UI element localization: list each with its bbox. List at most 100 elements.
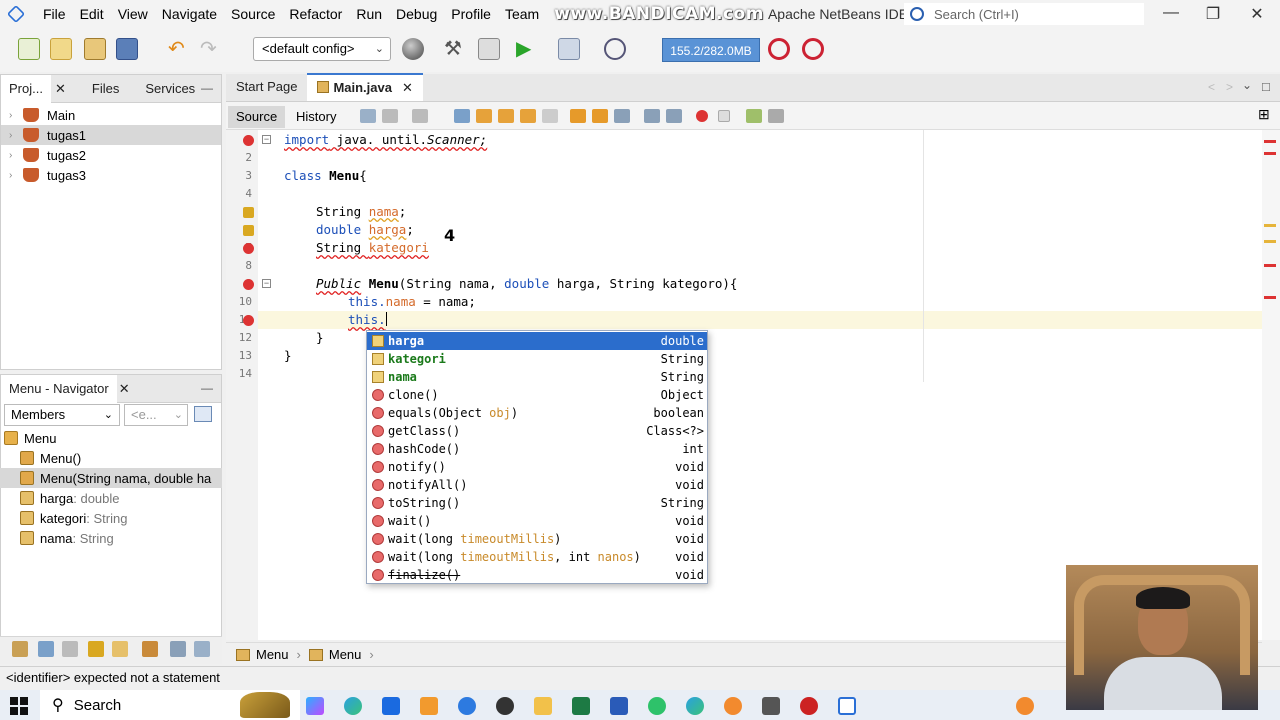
stop-macro-icon[interactable]	[718, 110, 730, 122]
menu-debug[interactable]: Debug	[389, 0, 444, 28]
edge-icon[interactable]	[686, 697, 704, 715]
members-filter-select[interactable]: Members ⌄	[4, 404, 120, 426]
redo-icon[interactable]: ↷	[200, 38, 222, 60]
word-icon[interactable]	[610, 697, 628, 715]
edge-icon[interactable]	[344, 697, 362, 715]
next-bookmark-icon[interactable]	[592, 109, 608, 123]
menu-team[interactable]: Team	[498, 0, 546, 28]
error-stripe[interactable]	[1262, 130, 1280, 640]
find-next-icon[interactable]	[498, 109, 514, 123]
last-edit-icon[interactable]	[360, 109, 376, 123]
firefox-icon[interactable]	[724, 697, 742, 715]
search-input[interactable]: Search (Ctrl+I)	[904, 3, 1144, 25]
excel-icon[interactable]	[572, 697, 590, 715]
project-item[interactable]: › tugas3	[1, 165, 221, 185]
fold-icon[interactable]: −	[262, 279, 271, 288]
minimize-panel-icon[interactable]: —	[201, 381, 213, 395]
filter-members-icon[interactable]	[112, 641, 128, 657]
completion-item[interactable]: notifyAll() void	[367, 476, 707, 494]
undo-icon[interactable]: ↶	[168, 38, 190, 60]
error-stripe-mark[interactable]	[1264, 264, 1276, 267]
filter-nonpublic-icon[interactable]	[62, 641, 78, 657]
forward-icon[interactable]	[412, 109, 428, 123]
sort-by-name-icon[interactable]	[170, 641, 186, 657]
tab-projects[interactable]: Proj...	[1, 74, 51, 103]
memory-indicator[interactable]: 155.2/282.0MB	[662, 38, 760, 62]
element-filter-select[interactable]: <e... ⌄	[124, 404, 188, 426]
filter-options-icon[interactable]	[194, 406, 212, 422]
error-icon[interactable]	[243, 243, 254, 254]
globe-icon[interactable]	[402, 38, 424, 60]
tab-main-java[interactable]: Main.java ✕	[307, 73, 423, 101]
completion-item[interactable]: wait(long timeoutMillis) void	[367, 530, 707, 548]
error-stripe-mark[interactable]	[1264, 296, 1276, 299]
project-item[interactable]: › Main	[1, 105, 221, 125]
windows-start-icon[interactable]	[10, 697, 28, 715]
profile-icon[interactable]	[604, 38, 626, 60]
filter-fields-icon[interactable]	[12, 641, 28, 657]
maximize-editor-icon[interactable]: □	[1262, 79, 1270, 94]
filter-static-icon[interactable]	[38, 641, 54, 657]
tab-navigator[interactable]: Menu - Navigator	[1, 374, 117, 403]
app-icon[interactable]	[762, 697, 780, 715]
chevron-down-icon[interactable]: ⌄	[1242, 78, 1252, 92]
completion-item[interactable]: finalize() void	[367, 566, 707, 584]
dropbox-icon[interactable]	[382, 697, 400, 715]
build-hammer-icon[interactable]: ⚒	[444, 38, 466, 60]
completion-item[interactable]: notify() void	[367, 458, 707, 476]
tab-start-page[interactable]: Start Page	[226, 73, 307, 101]
config-dropdown[interactable]: <default config> ⌄	[253, 37, 391, 61]
profiler-snapshot-icon[interactable]	[802, 38, 824, 60]
completion-item[interactable]: equals(Object obj) boolean	[367, 404, 707, 422]
completion-item[interactable]: kategori String	[367, 350, 707, 368]
warning-icon[interactable]	[243, 225, 254, 236]
sort-icon[interactable]	[142, 641, 158, 657]
completion-item[interactable]: getClass() Class<?>	[367, 422, 707, 440]
completion-item[interactable]: wait(long timeoutMillis, int nanos) void	[367, 548, 707, 566]
menu-run[interactable]: Run	[349, 0, 389, 28]
shift-right-icon[interactable]	[666, 109, 682, 123]
breadcrumb-item[interactable]: Menu	[256, 647, 289, 662]
completion-item[interactable]: hashCode() int	[367, 440, 707, 458]
close-icon[interactable]: ✕	[117, 375, 132, 403]
error-icon[interactable]	[243, 279, 254, 290]
chevron-right-icon[interactable]: ›	[9, 130, 21, 141]
camera-icon[interactable]	[496, 697, 514, 715]
warning-stripe-mark[interactable]	[1264, 224, 1276, 227]
maximize-icon[interactable]: ❐	[1198, 4, 1228, 24]
navigator-root[interactable]: Menu	[0, 428, 222, 448]
chevron-right-icon[interactable]: ›	[9, 150, 21, 161]
close-icon[interactable]: ✕	[51, 75, 70, 103]
sort-by-source-icon[interactable]	[194, 641, 210, 657]
taskbar-search[interactable]: ⚲ Search	[40, 690, 300, 720]
netbeans-icon[interactable]	[838, 697, 856, 715]
tab-services[interactable]: Services	[137, 75, 203, 103]
minimize-panel-icon[interactable]: —	[201, 81, 213, 95]
navigator-member[interactable]: Menu(String nama, double ha	[0, 468, 222, 488]
run-icon[interactable]: ▶	[516, 38, 538, 60]
toggle-bookmark-icon[interactable]	[614, 109, 630, 123]
shift-left-icon[interactable]	[644, 109, 660, 123]
scroll-left-icon[interactable]: <	[1208, 80, 1215, 94]
whatsapp-icon[interactable]	[648, 697, 666, 715]
tab-source[interactable]: Source	[228, 106, 286, 128]
find-icon[interactable]	[454, 109, 470, 123]
back-icon[interactable]	[382, 109, 398, 123]
completion-item[interactable]: clone() Object	[367, 386, 707, 404]
gc-icon[interactable]	[768, 38, 790, 60]
app-icon[interactable]	[420, 697, 438, 715]
tab-files[interactable]: Files	[84, 75, 127, 103]
navigator-member[interactable]: nama : String	[0, 528, 222, 548]
new-file-icon[interactable]	[18, 38, 40, 60]
fold-icon[interactable]: −	[262, 135, 271, 144]
uncomment-icon[interactable]	[768, 109, 784, 123]
new-project-icon[interactable]	[50, 38, 72, 60]
zoom-icon[interactable]	[458, 697, 476, 715]
menu-source[interactable]: Source	[224, 0, 282, 28]
clean-build-icon[interactable]	[478, 38, 500, 60]
menu-refactor[interactable]: Refactor	[282, 0, 349, 28]
prev-bookmark-icon[interactable]	[570, 109, 586, 123]
navigator-member[interactable]: kategori : String	[0, 508, 222, 528]
breadcrumb-item[interactable]: Menu	[329, 647, 362, 662]
close-icon[interactable]: ✕	[1242, 4, 1272, 24]
